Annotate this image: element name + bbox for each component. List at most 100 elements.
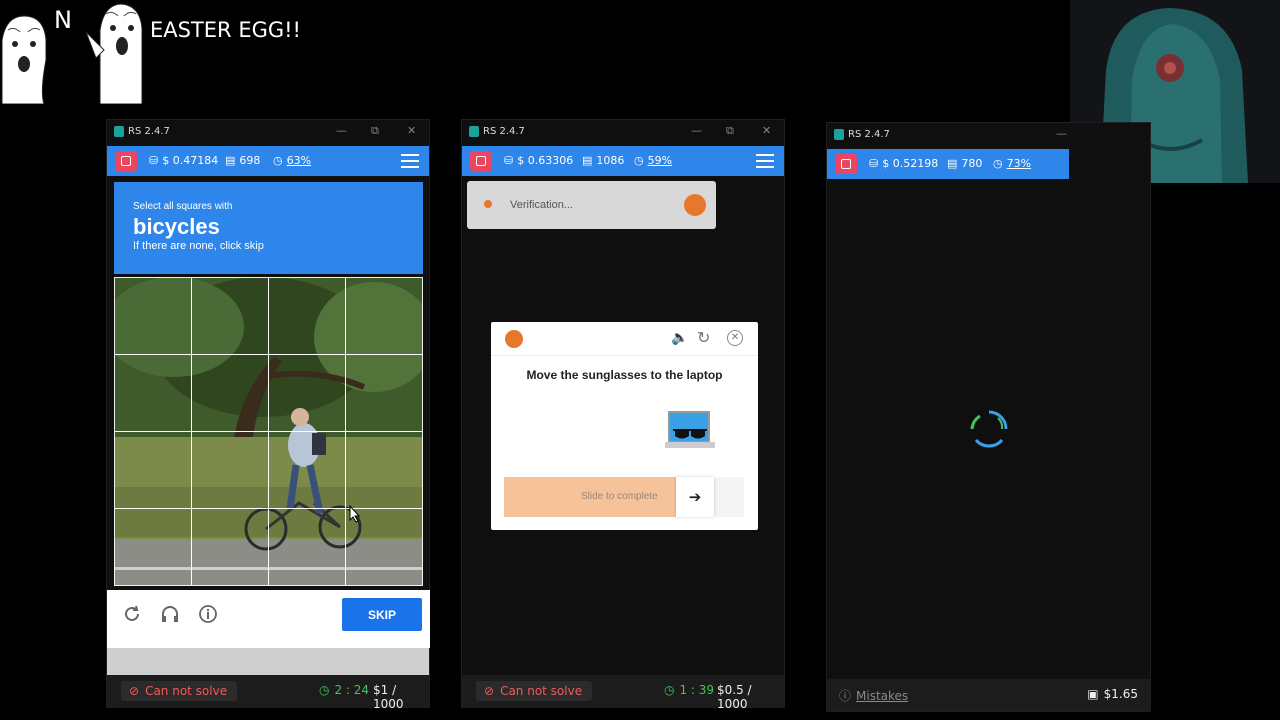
minimize-icon[interactable]: — bbox=[691, 124, 702, 137]
close-icon[interactable]: ✕ bbox=[762, 124, 771, 137]
cannot-solve-label[interactable]: Can not solve bbox=[145, 684, 227, 698]
clock-icon: ◷ bbox=[993, 157, 1003, 170]
grid-tile[interactable] bbox=[191, 354, 269, 432]
cannot-solve-label[interactable]: Can not solve bbox=[500, 684, 582, 698]
percent-value[interactable]: 63% bbox=[287, 154, 311, 167]
percent-value[interactable]: 73% bbox=[1007, 157, 1031, 170]
percent-stat[interactable]: ◷ 63% bbox=[273, 154, 311, 167]
coins-icon: ⛁ bbox=[149, 154, 159, 167]
balance-value: $ 0.47184 bbox=[162, 154, 219, 167]
grid-tile[interactable] bbox=[268, 431, 346, 509]
sound-icon[interactable]: 🔈 bbox=[671, 329, 688, 346]
earnings-text: $0.5 / 1000 bbox=[717, 683, 752, 711]
percent-value[interactable]: 59% bbox=[648, 154, 672, 167]
count-stat: ▤ 698 bbox=[225, 154, 260, 167]
fox-logo-icon bbox=[684, 194, 706, 216]
coins-icon: ⛁ bbox=[504, 154, 514, 167]
title-bar: RS 2.4.7 — bbox=[827, 123, 1150, 147]
mistakes-label[interactable]: Mistakes bbox=[856, 689, 908, 703]
percent-stat[interactable]: ◷ 59% bbox=[634, 154, 672, 167]
wallet-total: ▣ $1.65 bbox=[1087, 687, 1138, 701]
skip-button[interactable]: SKIP bbox=[342, 598, 422, 631]
cannot-solve-button[interactable]: ⊘ Can not solve bbox=[476, 681, 593, 701]
window-footer: ⊘ Can not solve ◷ 2 : 24 $1 / 1000 bbox=[107, 675, 429, 711]
grid-tile[interactable] bbox=[268, 508, 346, 586]
timer-icon: ◷ bbox=[664, 683, 675, 697]
grid-tile[interactable] bbox=[268, 277, 346, 355]
loading-spinner-icon bbox=[970, 410, 1008, 448]
grid-tile[interactable] bbox=[114, 354, 192, 432]
app-toolbar: ⛁ $ 0.63306 ▤ 1086 ◷ 59% bbox=[462, 146, 784, 176]
slider-puzzle: 🔈 ↻ ✕ Move the sunglasses to the laptop … bbox=[491, 322, 758, 530]
app-logo-icon bbox=[469, 126, 479, 137]
refresh-icon[interactable]: ↻ bbox=[697, 328, 710, 348]
timer-value: 2 : 24 bbox=[334, 683, 370, 697]
prohibited-icon: ⊘ bbox=[129, 684, 140, 698]
headphones-icon[interactable] bbox=[160, 604, 180, 624]
grid-tile[interactable] bbox=[114, 508, 192, 586]
timer: ◷ 2 : 24 bbox=[319, 683, 369, 697]
coins-icon: ⛁ bbox=[869, 157, 879, 170]
count-value: 698 bbox=[239, 154, 261, 167]
hamburger-menu-icon[interactable] bbox=[401, 154, 419, 168]
meme-letter: N bbox=[54, 6, 72, 34]
window-title: RS 2.4.7 bbox=[483, 126, 525, 137]
minimize-icon[interactable]: — bbox=[1056, 127, 1067, 140]
captcha-hint: If there are none, click skip bbox=[133, 240, 264, 252]
laptop-sunglasses-image bbox=[665, 411, 715, 448]
grid-tile[interactable] bbox=[191, 277, 269, 355]
stop-button[interactable] bbox=[470, 151, 492, 171]
count-value: 780 bbox=[961, 157, 983, 170]
clock-icon: ◷ bbox=[273, 154, 283, 167]
title-bar: RS 2.4.7 — ⧉ ✕ bbox=[107, 120, 429, 144]
grid-tile[interactable] bbox=[345, 431, 423, 509]
loading-dot bbox=[484, 200, 492, 208]
captcha-image-grid bbox=[114, 277, 423, 586]
refresh-icon[interactable] bbox=[122, 604, 142, 624]
prohibited-icon: ⊘ bbox=[484, 684, 495, 698]
stop-button[interactable] bbox=[835, 154, 857, 174]
earnings-text: $1 / 1000 bbox=[373, 683, 404, 711]
app-toolbar: ⛁ $ 0.52198 ▤ 780 ◷ 73% bbox=[827, 149, 1069, 179]
grid-tile[interactable] bbox=[114, 431, 192, 509]
stop-button[interactable] bbox=[115, 151, 137, 171]
title-bar: RS 2.4.7 — ⧉ ✕ bbox=[462, 120, 784, 144]
app-logo-icon bbox=[834, 129, 844, 140]
mistakes-link[interactable]: ⓘ Mistakes bbox=[839, 687, 908, 704]
percent-stat[interactable]: ◷ 73% bbox=[993, 157, 1031, 170]
receipt-icon: ▤ bbox=[582, 154, 593, 167]
close-icon[interactable]: ✕ bbox=[407, 124, 416, 137]
grid-tile[interactable] bbox=[345, 277, 423, 355]
restore-icon[interactable]: ⧉ bbox=[726, 124, 734, 138]
info-icon: ⓘ bbox=[839, 689, 852, 703]
grid-tile[interactable] bbox=[268, 354, 346, 432]
balance-stat: ⛁ $ 0.63306 bbox=[504, 154, 573, 167]
slider-handle[interactable]: ➔ bbox=[676, 477, 714, 517]
restore-icon[interactable]: ⧉ bbox=[371, 124, 379, 138]
app-window-1: RS 2.4.7 — ⧉ ✕ ⛁ $ 0.47184 ▤ 698 ◷ 63% S… bbox=[106, 119, 430, 711]
arrow-right-icon: ➔ bbox=[688, 489, 702, 506]
receipt-icon: ▤ bbox=[947, 157, 958, 170]
app-toolbar: ⛁ $ 0.47184 ▤ 698 ◷ 63% bbox=[107, 146, 429, 176]
clock-icon: ◷ bbox=[634, 154, 644, 167]
cannot-solve-button[interactable]: ⊘ Can not solve bbox=[121, 681, 238, 701]
grid-tile[interactable] bbox=[345, 354, 423, 432]
timer-icon: ◷ bbox=[319, 683, 330, 697]
close-icon[interactable]: ✕ bbox=[727, 330, 743, 346]
grid-tile[interactable] bbox=[114, 277, 192, 355]
grid-tile[interactable] bbox=[191, 508, 269, 586]
verification-text: Verification... bbox=[510, 199, 573, 211]
balance-stat: ⛁ $ 0.47184 bbox=[149, 154, 218, 167]
fox-logo-icon bbox=[505, 330, 523, 348]
grid-tile[interactable] bbox=[191, 431, 269, 509]
hamburger-menu-icon[interactable] bbox=[756, 154, 774, 168]
puzzle-prompt: Move the sunglasses to the laptop bbox=[526, 368, 723, 382]
count-stat: ▤ 1086 bbox=[582, 154, 624, 167]
minimize-icon[interactable]: — bbox=[336, 124, 347, 137]
captcha-toolbar: SKIP bbox=[107, 590, 430, 648]
count-value: 1086 bbox=[596, 154, 625, 167]
timer-value: 1 : 39 bbox=[679, 683, 715, 697]
wallet-value: $1.65 bbox=[1103, 687, 1138, 701]
info-icon[interactable] bbox=[198, 604, 218, 624]
captcha-target: bicycles bbox=[133, 214, 220, 239]
